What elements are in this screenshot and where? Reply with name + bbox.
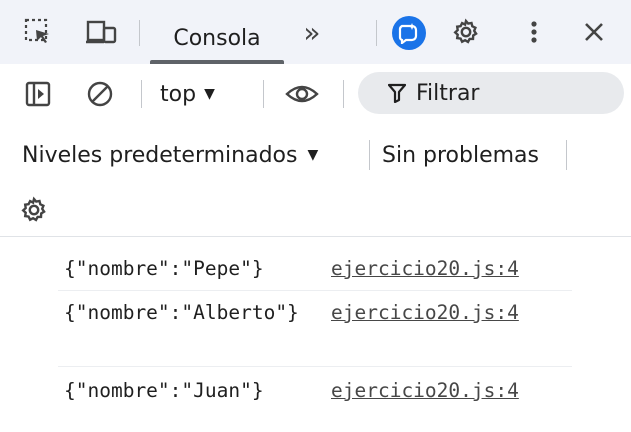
more-tabs-label: »	[303, 15, 321, 49]
console-settings-gear-icon[interactable]	[14, 190, 54, 230]
issues-label: Sin problemas	[382, 142, 539, 168]
ai-assistant-icon[interactable]	[392, 16, 426, 50]
more-tabs-button[interactable]: »	[294, 14, 330, 50]
console-message-source-link[interactable]: ejercicio20.js:4	[331, 300, 519, 325]
console-message-text: {"nombre":"Alberto"}	[64, 301, 299, 324]
filter-placeholder: Filtrar	[416, 80, 480, 106]
toolbar-divider	[566, 140, 567, 170]
context-selector[interactable]: top ▼	[160, 77, 215, 111]
message-divider	[58, 290, 572, 291]
filter-input[interactable]: Filtrar	[358, 72, 624, 114]
device-toolbar-icon[interactable]	[84, 14, 120, 50]
close-icon[interactable]	[576, 14, 612, 50]
console-message-text: {"nombre":"Pepe"}	[64, 257, 264, 280]
caret-down-icon: ▼	[307, 147, 319, 163]
more-vertical-icon[interactable]	[516, 14, 552, 50]
log-levels-dropdown[interactable]: Niveles predeterminados ▼	[22, 138, 318, 172]
message-divider	[58, 366, 572, 367]
eye-icon[interactable]	[284, 76, 320, 112]
console-message-source-link[interactable]: ejercicio20.js:4	[331, 256, 519, 281]
issues-button[interactable]: Sin problemas	[382, 138, 539, 172]
gear-icon[interactable]	[448, 14, 484, 50]
toolbar-divider	[263, 80, 264, 108]
toolbar-divider	[139, 20, 140, 46]
tab-console[interactable]: Consola	[150, 12, 284, 64]
toolbar-divider	[369, 140, 370, 170]
context-selector-label: top	[160, 81, 197, 107]
sidebar-toggle-icon[interactable]	[20, 76, 56, 112]
toolbar-divider	[343, 80, 344, 108]
toolbar-divider	[141, 80, 142, 108]
devtools-tab-bar: Consola »	[0, 0, 631, 64]
filter-icon	[388, 83, 406, 103]
caret-down-icon: ▼	[204, 86, 215, 102]
tab-console-label: Consola	[173, 25, 261, 51]
toolbar-divider	[376, 20, 377, 46]
inspect-element-icon[interactable]	[20, 14, 56, 50]
clear-console-icon[interactable]	[82, 76, 118, 112]
console-message-text: {"nombre":"Juan"}	[64, 379, 264, 402]
log-levels-label: Niveles predeterminados	[22, 142, 298, 168]
console-message-source-link[interactable]: ejercicio20.js:4	[331, 378, 519, 403]
